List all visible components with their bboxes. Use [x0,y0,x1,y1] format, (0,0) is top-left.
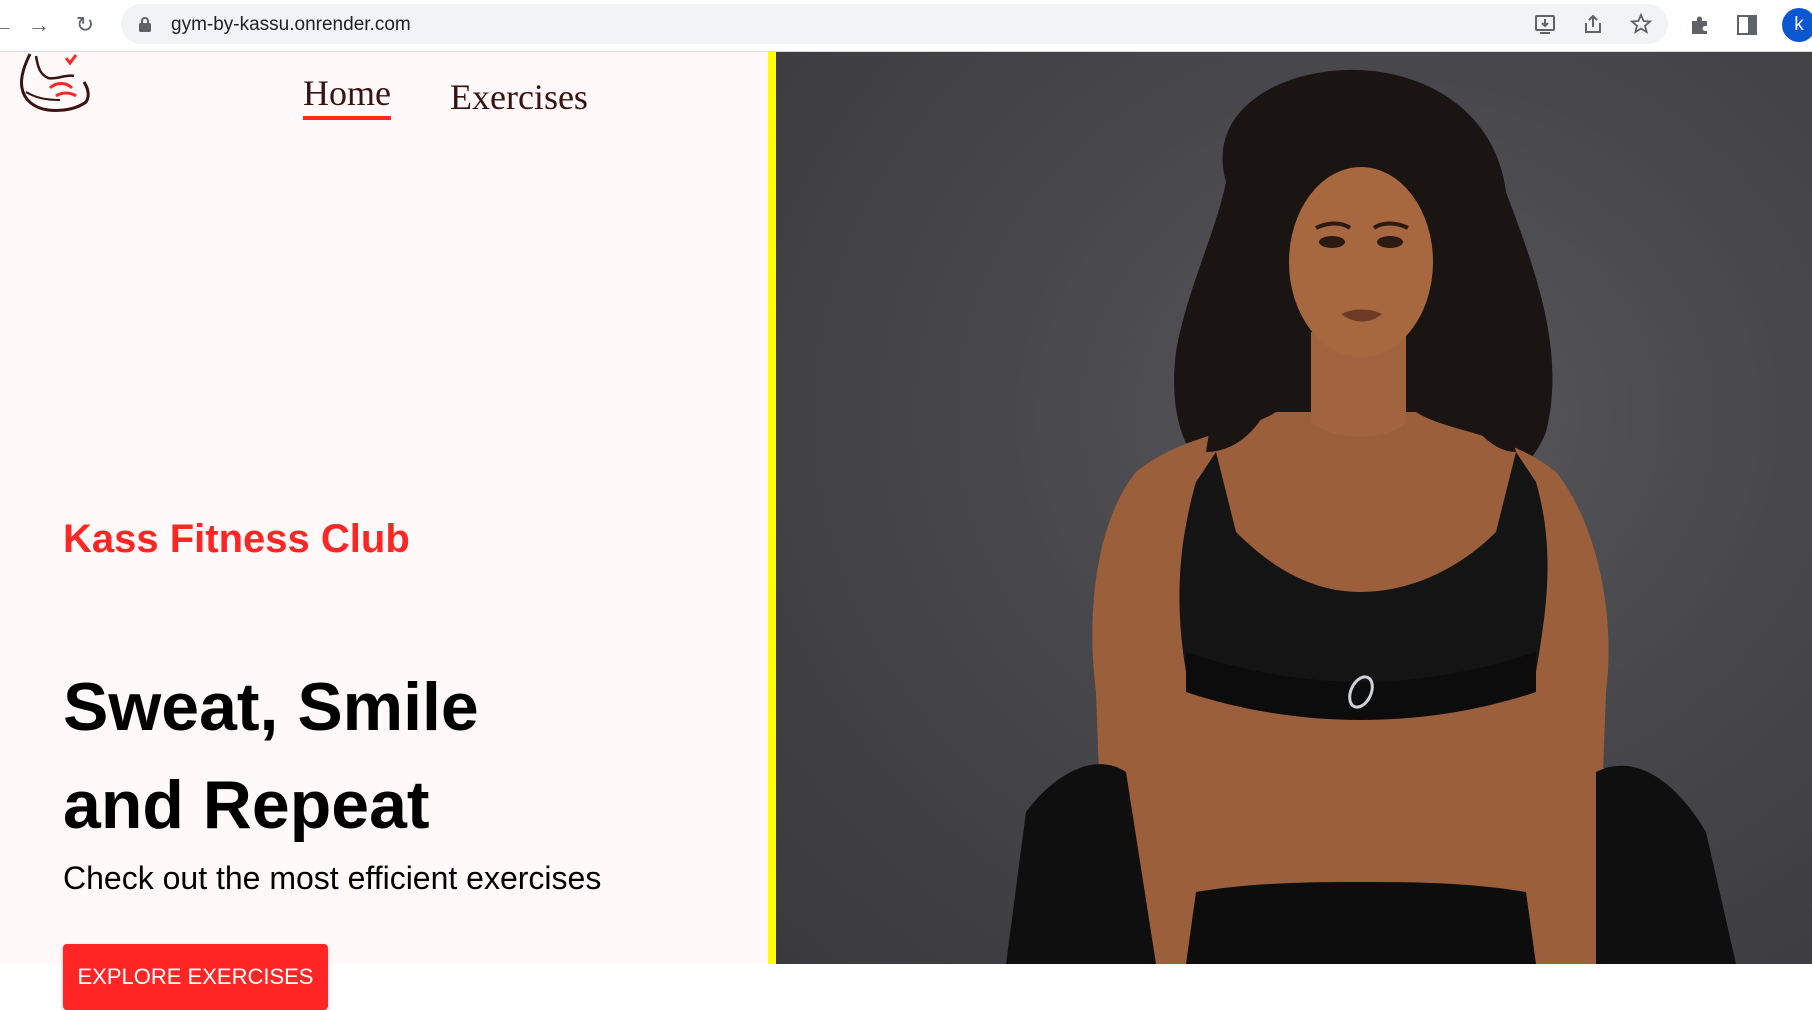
hero-description: Check out the most efficient exercises [63,860,602,896]
forward-icon[interactable]: → [24,10,54,40]
install-icon[interactable] [1534,13,1556,35]
nav-exercises-link[interactable]: Exercises [450,76,588,118]
address-bar[interactable]: gym-by-kassu.onrender.com [121,4,1668,44]
lock-icon [139,17,151,32]
nav-home-link[interactable]: Home [303,72,391,120]
hero-title-line2: and Repeat [63,767,430,843]
url-text[interactable]: gym-by-kassu.onrender.com [171,14,411,36]
reload-icon[interactable]: ↻ [70,10,100,40]
browser-toolbar: ← → ↻ gym-by-kassu.onrender.com k [0,0,1812,52]
profile-avatar[interactable]: k [1782,8,1812,42]
hero-banner-image [768,52,1812,964]
hero-title-line1: Sweat, Smile [63,669,479,745]
club-name: Kass Fitness Club [63,517,410,561]
gym-logo-icon[interactable] [16,52,90,114]
share-icon[interactable] [1582,13,1604,35]
athlete-photo-illustration [1006,69,1736,964]
bookmark-star-icon[interactable] [1630,13,1652,35]
extensions-puzzle-icon[interactable] [1687,12,1713,38]
explore-exercises-button[interactable]: EXPLORE EXERCISES [63,944,328,1010]
hero-title: Sweat, Smile and Repeat [63,658,479,854]
page-body: Home Exercises Kass Fitness Club Sweat, … [0,52,1812,1010]
back-icon[interactable]: ← [0,10,18,40]
side-panel-icon[interactable] [1734,12,1760,38]
